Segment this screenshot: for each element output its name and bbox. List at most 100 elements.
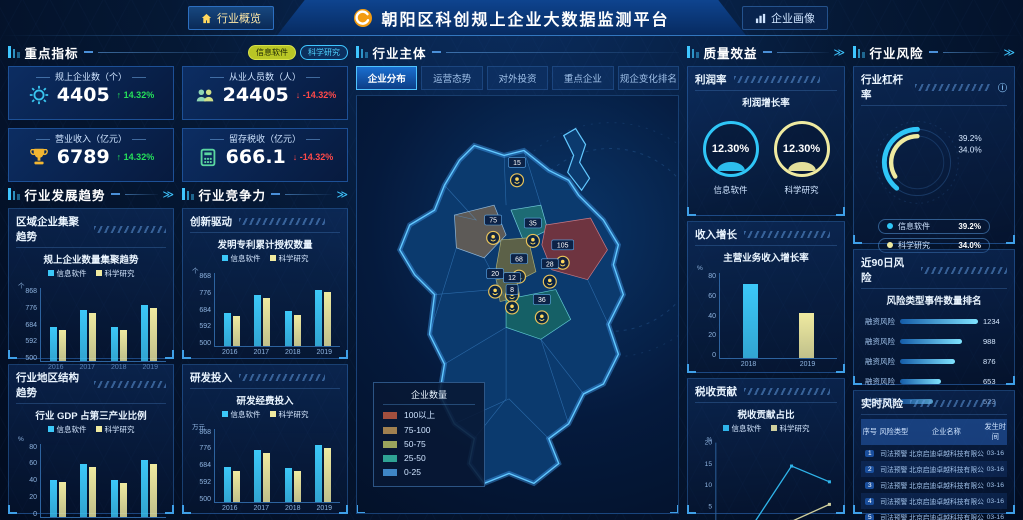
bar [224, 313, 231, 346]
gauge: 12.30% 科学研究 [774, 121, 830, 196]
stat-delta: ↓ -14.32% [296, 90, 337, 100]
map-legend: 企业数量 100以上 75-100 50-75 25-50 0-25 [373, 382, 485, 487]
svg-text:15: 15 [513, 160, 521, 167]
hatch-decoration [239, 218, 325, 225]
more-icon[interactable]: ≫ [1003, 46, 1015, 59]
trophy-icon [28, 146, 50, 168]
axis-unit: % [697, 265, 703, 272]
table-row[interactable]: 4司法预警北京启迪卓越科技有限公司03-16 [861, 493, 1007, 509]
section-bars-icon [853, 46, 865, 58]
tag-info-software[interactable]: 信息软件 [248, 45, 296, 60]
chart-title: 规上企业数量集聚趋势 [16, 252, 166, 266]
axis-unit: 个 [18, 280, 25, 290]
y-axis: 868776684592500 [190, 273, 214, 347]
x-axis: 2016201720182019 [214, 503, 340, 512]
svg-text:68: 68 [515, 256, 523, 263]
tab-3[interactable]: 重点企业 [552, 66, 613, 90]
tab-0[interactable]: 企业分布 [356, 66, 417, 90]
more-icon[interactable]: ≫ [833, 46, 845, 59]
info-icon[interactable]: ⓘ [998, 81, 1007, 94]
chart-legend: 信息软件科学研究 [16, 424, 166, 435]
dev-trend-header: 行业发展趋势 ≫ [8, 185, 174, 203]
section-bars-icon [182, 188, 194, 200]
plot-area [40, 444, 166, 518]
nav-enterprise-portrait-button[interactable]: 企业画像 [742, 6, 828, 30]
content: 重点指标 信息软件 科学研究 规上企业数（个） 4405 ↑ 14.32% 从业… [8, 40, 1015, 514]
table-header: 风险类型 [879, 419, 910, 445]
rd-panel: 研发投入 研发经费投入信息软件科学研究万元8687766845925002016… [182, 364, 348, 515]
income-growth-panel: 收入增长 主营业务收入增长率%80604020020182019 [687, 221, 845, 373]
bar [233, 471, 240, 502]
svg-text:12: 12 [508, 275, 516, 282]
svg-text:34.0%: 34.0% [958, 146, 982, 155]
stat-label: 从业人员数（人） [183, 70, 347, 83]
realtime-risk-table: 序号风险类型企业名称发生时间 1司法预警北京启迪卓越科技有限公司03-16 2司… [861, 419, 1007, 520]
key-indicators-header: 重点指标 信息软件 科学研究 [8, 43, 348, 61]
quality-header: 质量效益 ≫ [687, 43, 845, 61]
tabs: 企业分布运营态势对外投资重点企业规企变化排名 [356, 66, 679, 90]
stat-delta: ↑ 14.32% [117, 90, 155, 100]
competitiveness-column: 行业竞争力 ≫ 创新驱动 发明专利累计授权数量信息软件科学研究个86877668… [182, 182, 348, 514]
bar [315, 445, 322, 502]
stat-cards: 规上企业数（个） 4405 ↑ 14.32% 从业人员数（人） 24405 ↓ … [8, 66, 348, 182]
bar [224, 467, 231, 501]
bar [324, 448, 331, 502]
nav-industry-overview-button[interactable]: 行业概览 [188, 6, 274, 30]
realtime-risk-panel: 实时风险 序号风险类型企业名称发生时间 1司法预警北京启迪卓越科技有限公司03-… [853, 390, 1015, 514]
tab-2[interactable]: 对外投资 [487, 66, 548, 90]
bar [263, 453, 270, 501]
tab-1[interactable]: 运营态势 [421, 66, 482, 90]
chart-title: 主营业务收入增长率 [695, 250, 837, 264]
more-icon[interactable]: ≫ [336, 188, 348, 201]
map-legend-item: 75-100 [383, 425, 475, 435]
bar [89, 313, 96, 361]
bar [141, 305, 148, 361]
cluster-chart: 规上企业数量集聚趋势信息软件科学研究个868776684592500201620… [16, 252, 166, 371]
table-header: 发生时间 [984, 419, 1007, 445]
svg-text:10: 10 [705, 482, 713, 489]
table-row[interactable]: 2司法预警北京启迪卓越科技有限公司03-16 [861, 461, 1007, 477]
realtime-table-body: 1司法预警北京启迪卓越科技有限公司03-16 2司法预警北京启迪卓越科技有限公司… [861, 445, 1007, 520]
table-row[interactable]: 1司法预警北京启迪卓越科技有限公司03-16 [861, 445, 1007, 461]
section-bars-icon [687, 46, 699, 58]
section-bars-icon [8, 188, 20, 200]
table-row[interactable]: 5司法预警北京启迪卓越科技有限公司03-16 [861, 509, 1007, 520]
hatch-decoration [734, 76, 820, 83]
stat-card: 规上企业数（个） 4405 ↑ 14.32% [8, 66, 174, 120]
hatch-decoration [239, 374, 325, 381]
section-bars-icon [8, 46, 20, 58]
table-header: 序号 [861, 419, 879, 445]
table-header: 企业名称 [909, 419, 983, 445]
y-axis: 868776684592500 [190, 429, 214, 503]
stat-delta: ↓ -14.32% [293, 152, 334, 162]
bar [50, 327, 57, 361]
chart-legend: 信息软件科学研究 [16, 268, 166, 279]
bar [59, 482, 66, 517]
bar [111, 327, 118, 361]
svg-text:35: 35 [529, 220, 537, 227]
bar [120, 483, 127, 517]
chart-title: 税收贡献占比 [695, 407, 837, 421]
innovation-panel: 创新驱动 发明专利累计授权数量信息软件科学研究个8687766845925002… [182, 208, 348, 359]
tag-science-research[interactable]: 科学研究 [300, 45, 348, 60]
tab-4[interactable]: 规企变化排名 [618, 66, 679, 90]
plot-area [719, 273, 837, 359]
table-row[interactable]: 3司法预警北京启迪卓越科技有限公司03-16 [861, 477, 1007, 493]
tax-icon [197, 146, 219, 168]
risk-rank-row: 融资风险 876 [861, 356, 1007, 367]
bar [59, 330, 66, 361]
chart-legend: 信息软件科学研究 [190, 253, 340, 264]
table-header-row: 序号风险类型企业名称发生时间 [861, 419, 1007, 445]
cluster-trend-panel: 区域企业集聚趋势 规上企业数量集聚趋势信息软件科学研究个868776684592… [8, 208, 174, 359]
map-legend-item: 0-25 [383, 467, 475, 477]
more-icon[interactable]: ≫ [162, 188, 174, 201]
x-axis: 2016201720182019 [214, 347, 340, 356]
bar [285, 311, 292, 346]
rd-chart: 研发经费投入信息软件科学研究万元868776684592500201620172… [190, 393, 340, 512]
patent-chart: 发明专利累计授权数量信息软件科学研究个868776684592500201620… [190, 237, 340, 356]
stat-card: 营业收入（亿元） 6789 ↑ 14.32% [8, 128, 174, 182]
stat-delta: ↑ 14.32% [117, 152, 155, 162]
y-axis: 806040200 [16, 444, 40, 518]
risk-rank-row: 融资风险 988 [861, 336, 1007, 347]
svg-text:20: 20 [491, 271, 499, 278]
